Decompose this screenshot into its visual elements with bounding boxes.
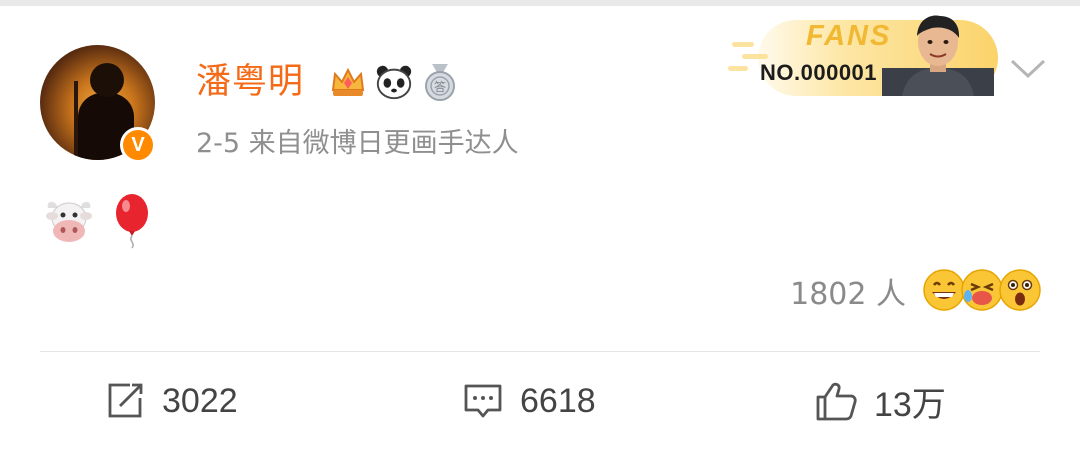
username[interactable]: 潘粤明 bbox=[196, 58, 304, 106]
reaction-count: 1802 人 bbox=[790, 277, 906, 312]
like-button[interactable]: 13万 bbox=[814, 375, 946, 427]
fans-card[interactable]: FANS NO.000001 bbox=[728, 8, 1000, 96]
svg-text:答: 答 bbox=[434, 79, 446, 94]
like-count: 13万 bbox=[874, 385, 946, 424]
panda-badge-icon[interactable] bbox=[374, 62, 414, 102]
fans-portrait-image bbox=[882, 15, 994, 96]
comment-icon bbox=[464, 384, 502, 418]
post-content bbox=[44, 193, 152, 249]
fans-number: NO.000001 bbox=[760, 60, 878, 85]
verified-badge-icon: V bbox=[120, 127, 156, 163]
cow-face-emoji bbox=[46, 201, 92, 242]
repost-icon bbox=[108, 383, 143, 418]
red-balloon-emoji bbox=[116, 194, 148, 249]
comment-count: 6618 bbox=[520, 381, 596, 420]
user-badges: 答 bbox=[328, 60, 460, 104]
post-meta: 2-5 来自微博日更画手达人 bbox=[196, 128, 519, 159]
action-divider bbox=[40, 351, 1040, 352]
thumbs-up-icon bbox=[816, 382, 857, 421]
medal-badge-icon[interactable]: 答 bbox=[420, 62, 460, 102]
surprised-face-icon bbox=[999, 269, 1041, 311]
top-divider bbox=[0, 0, 1080, 6]
reaction-summary[interactable]: 1802 人 bbox=[790, 268, 1041, 314]
fans-label: FANS bbox=[806, 20, 892, 52]
comment-button[interactable]: 6618 bbox=[462, 375, 596, 427]
repost-count: 3022 bbox=[162, 381, 238, 420]
chevron-down-icon[interactable] bbox=[1008, 56, 1048, 82]
crown-badge-icon[interactable] bbox=[328, 62, 368, 102]
repost-button[interactable]: 3022 bbox=[104, 375, 238, 427]
action-bar: 3022 6618 13万 bbox=[0, 375, 1080, 427]
reaction-faces bbox=[922, 268, 1041, 314]
